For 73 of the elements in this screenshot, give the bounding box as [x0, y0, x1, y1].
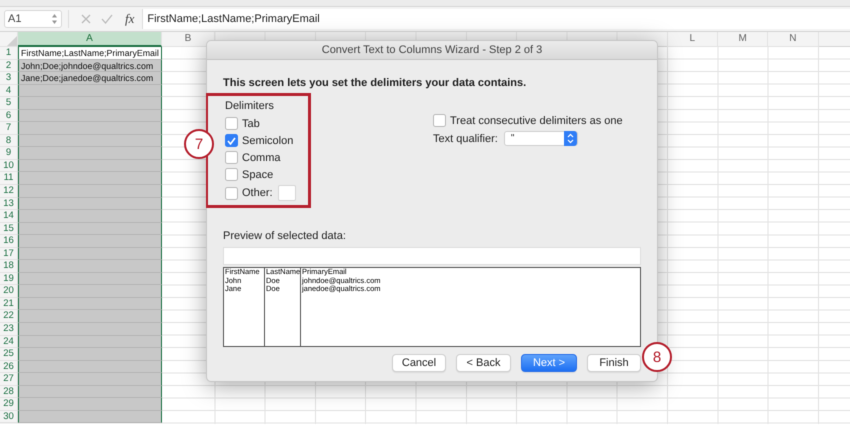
field-label: Text qualifier: [433, 132, 498, 144]
row-header[interactable]: 10 [0, 160, 18, 172]
dialog-title: Convert Text to Columns Wizard - Step 2 of 3 [207, 41, 657, 60]
group-label: Delimiters [225, 100, 275, 112]
checkbox[interactable] [225, 134, 238, 147]
row-header[interactable]: 19 [0, 272, 18, 286]
row-header[interactable]: 25 [0, 348, 18, 361]
row-header[interactable]: 7 [0, 122, 18, 135]
row-header[interactable]: 15 [0, 222, 18, 236]
checkbox-label: Comma [242, 152, 281, 164]
row-header[interactable]: 9 [0, 147, 18, 160]
row-header[interactable]: 11 [0, 172, 18, 186]
insert-function-button[interactable]: fx [125, 11, 134, 27]
stepper-icon [566, 133, 574, 144]
row-header[interactable]: 4 [0, 84, 18, 98]
check-icon [101, 14, 113, 24]
cancel-icon [81, 14, 91, 24]
checkbox[interactable] [225, 168, 238, 181]
row-header[interactable]: 27 [0, 373, 18, 386]
row-header[interactable]: 1 [0, 47, 18, 60]
row-header[interactable]: 3 [0, 72, 18, 85]
row-header[interactable]: 2 [0, 60, 18, 72]
column-header[interactable]: N [768, 32, 819, 47]
wizard-button[interactable]: Finish [587, 354, 641, 372]
row-header[interactable]: 29 [0, 398, 18, 411]
column-header[interactable]: A [18, 32, 162, 47]
row-header[interactable]: 20 [0, 285, 18, 298]
checkbox-label: Tab [242, 118, 260, 130]
checkbox-label: Treat consecutive delimiters as one [450, 114, 623, 126]
row-header[interactable]: 5 [0, 97, 18, 110]
row-header[interactable]: 21 [0, 298, 18, 310]
table-cell: John;Doe;johndoe@qualtrics.com [18, 60, 162, 72]
row-header[interactable]: 17 [0, 248, 18, 260]
table-cell: Jane;Doe;janedoe@qualtrics.com [18, 72, 162, 85]
name-box[interactable]: A1 [4, 10, 62, 28]
checkbox-label: Semicolon [242, 134, 294, 146]
checkbox[interactable] [225, 186, 238, 200]
wizard-button[interactable]: Cancel [392, 354, 446, 372]
checkbox-label: Other: [242, 187, 273, 199]
row-header[interactable]: 12 [0, 185, 18, 198]
checkbox[interactable] [225, 117, 238, 130]
column-header[interactable]: M [718, 32, 768, 47]
formula-field[interactable]: FirstName;LastName;PrimaryEmail [142, 9, 850, 29]
row-header[interactable]: 30 [0, 410, 18, 424]
table-cell: FirstName;LastName;PrimaryEmail [18, 47, 162, 60]
checkmark-icon [227, 136, 236, 144]
text-qualifier-select[interactable]: " [504, 131, 578, 146]
row-header[interactable]: 8 [0, 134, 18, 148]
row-header[interactable]: 18 [0, 260, 18, 273]
step-number-badge: 8 [642, 342, 672, 372]
row-header[interactable]: 16 [0, 235, 18, 248]
row-header[interactable]: 24 [0, 336, 18, 348]
preview-label: Preview of selected data: [223, 230, 347, 242]
step-number-badge: 7 [184, 129, 214, 159]
wizard-button[interactable]: Next > [521, 354, 577, 372]
row-header[interactable]: 13 [0, 198, 18, 210]
checkbox[interactable] [433, 114, 446, 127]
row-header[interactable]: 14 [0, 210, 18, 223]
stepper-icon [51, 13, 58, 25]
input-field[interactable] [278, 185, 296, 201]
wizard-button[interactable]: < Back [456, 354, 511, 372]
checkbox-label: Space [242, 168, 274, 180]
checkbox[interactable] [225, 151, 238, 164]
column-header[interactable]: L [668, 32, 718, 47]
row-header[interactable]: 28 [0, 386, 18, 398]
instruction-text: This screen lets you set the delimiters your data contains. [223, 77, 528, 89]
select-all-button[interactable] [0, 32, 18, 47]
row-header[interactable]: 23 [0, 323, 18, 336]
row-header[interactable]: 26 [0, 360, 18, 374]
column-header[interactable]: B [162, 32, 215, 47]
row-header[interactable]: 6 [0, 110, 18, 122]
row-header[interactable]: 22 [0, 310, 18, 324]
triangle-icon [7, 36, 17, 46]
